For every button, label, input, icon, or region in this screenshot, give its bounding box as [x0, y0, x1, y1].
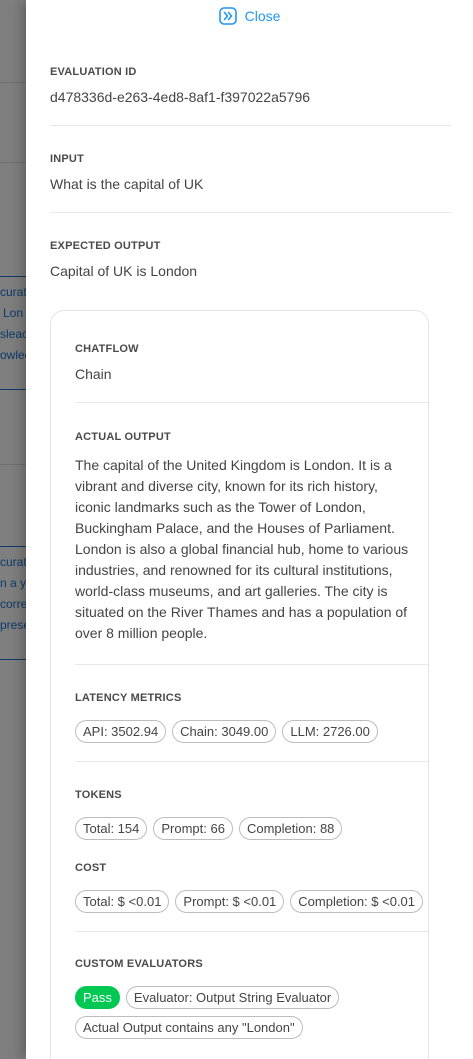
result-card-content: CHATFLOW Chain ACTUAL OUTPUT The capital…	[75, 343, 428, 1039]
close-label: Close	[244, 8, 281, 24]
evaluation-id-value: d478336d-e263-4ed8-8af1-f397022a5796	[50, 89, 311, 105]
tokens-chips: Total: 154 Prompt: 66 Completion: 88	[75, 817, 428, 840]
tokens-label: TOKENS	[75, 789, 122, 801]
custom-evaluators-section: CUSTOM EVALUATORS Pass Evaluator: Output…	[75, 958, 428, 1039]
input-section: INPUT What is the capital of UK	[50, 153, 451, 192]
latency-chip-llm: LLM: 2726.00	[282, 720, 378, 743]
actual-output-label: ACTUAL OUTPUT	[75, 431, 171, 443]
cost-section: COST Total: $ <0.01 Prompt: $ <0.01 Comp…	[75, 862, 428, 913]
tokens-chip-completion: Completion: 88	[238, 817, 343, 840]
cost-chip-completion: Completion: $ <0.01	[290, 890, 424, 913]
close-button[interactable]: Close	[218, 7, 281, 25]
input-label: INPUT	[50, 153, 84, 165]
custom-evaluators-chips: Pass Evaluator: Output String Evaluator …	[75, 986, 428, 1039]
divider	[75, 664, 428, 665]
cost-chips: Total: $ <0.01 Prompt: $ <0.01 Completio…	[75, 890, 428, 913]
collapse-right-icon	[218, 7, 237, 25]
divider	[50, 125, 451, 126]
divider	[50, 212, 451, 213]
latency-chip-api: API: 3502.94	[75, 720, 167, 743]
actual-output-value: The capital of the United Kingdom is Lon…	[75, 457, 409, 641]
cost-chip-total: Total: $ <0.01	[75, 890, 170, 913]
chatflow-label: CHATFLOW	[75, 343, 139, 355]
condition-chip: Actual Output contains any "London"	[75, 1016, 303, 1039]
pass-badge: Pass	[75, 986, 120, 1009]
tokens-chip-prompt: Prompt: 66	[153, 817, 233, 840]
chatflow-value: Chain	[75, 366, 112, 382]
input-value: What is the capital of UK	[50, 176, 204, 192]
expected-output-label: EXPECTED OUTPUT	[50, 240, 161, 252]
latency-chips: API: 3502.94 Chain: 3049.00 LLM: 2726.00	[75, 720, 428, 743]
drawer-header: Close	[26, 5, 473, 27]
latency-chip-chain: Chain: 3049.00	[172, 720, 277, 743]
latency-label: LATENCY METRICS	[75, 692, 182, 704]
tokens-section: TOKENS Total: 154 Prompt: 66 Completion:…	[75, 789, 428, 840]
divider	[75, 402, 428, 403]
result-card: CHATFLOW Chain ACTUAL OUTPUT The capital…	[50, 310, 429, 1059]
latency-section: LATENCY METRICS API: 3502.94 Chain: 3049…	[75, 692, 428, 743]
evaluation-detail-drawer: Close EVALUATION ID d478336d-e263-4ed8-8…	[26, 0, 473, 1059]
evaluation-summary: EVALUATION ID d478336d-e263-4ed8-8af1-f3…	[50, 66, 451, 279]
tokens-chip-total: Total: 154	[75, 817, 148, 840]
chatflow-section: CHATFLOW Chain	[75, 343, 428, 382]
evaluator-chip: Evaluator: Output String Evaluator	[125, 986, 340, 1009]
divider	[75, 931, 428, 932]
actual-output-section: ACTUAL OUTPUT The capital of the United …	[75, 431, 428, 644]
expected-output-value: Capital of UK is London	[50, 263, 198, 279]
cost-label: COST	[75, 862, 107, 874]
custom-evaluators-label: CUSTOM EVALUATORS	[75, 958, 203, 970]
evaluation-id-label: EVALUATION ID	[50, 66, 137, 78]
cost-chip-prompt: Prompt: $ <0.01	[175, 890, 285, 913]
evaluation-id-section: EVALUATION ID d478336d-e263-4ed8-8af1-f3…	[50, 66, 451, 105]
expected-output-section: EXPECTED OUTPUT Capital of UK is London	[50, 240, 451, 279]
divider	[75, 761, 428, 762]
